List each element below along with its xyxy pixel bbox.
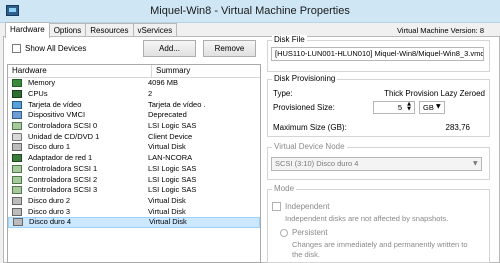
table-row[interactable]: Disco duro 1 Virtual Disk [8,142,260,153]
persistent-description-line-2: the disk. [292,250,320,259]
title-bar: Miquel-Win8 - Virtual Machine Properties [0,0,500,23]
table-row-selected[interactable]: Disco duro 4 Virtual Disk [8,216,260,228]
virtual-device-node-group-label: Virtual Device Node [272,142,347,151]
cd-dvd-icon [12,132,22,141]
persistent-description-line-1: Changes are immediately and permanently … [292,240,468,249]
video-card-icon [12,100,22,109]
provisioned-size-label: Provisioned Size: [273,103,335,112]
hardware-summary: Virtual Disk [148,142,186,152]
show-all-devices-option[interactable]: Show All Devices [12,44,86,53]
tab-strip: Hardware Options Resources vServices [5,22,178,38]
independent-checkbox[interactable] [272,202,281,211]
scsi-controller-icon [12,164,22,173]
show-all-devices-checkbox[interactable] [12,44,21,53]
remove-button[interactable]: Remove [203,40,256,57]
mode-group-label: Mode [272,184,297,193]
virtual-device-node-select[interactable]: SCSI (3:10) Disco duro 4 [271,157,482,171]
hardware-table[interactable]: Hardware Summary Memory 4096 MB CPUs 2 T… [7,64,261,263]
table-row[interactable]: Controladora SCSI 3 LSI Logic SAS [8,185,260,196]
hardware-summary: Client Device [148,131,193,141]
maximum-size-label: Maximum Size (GB): [273,123,347,132]
hardware-name: Disco duro 1 [28,142,71,152]
hardware-summary: 2 [148,89,153,99]
tab-resources[interactable]: Resources [85,23,134,37]
hardware-name: Controladora SCSI 2 [28,174,98,184]
show-all-devices-label: Show All Devices [25,44,87,53]
add-button[interactable]: Add... [143,40,196,57]
hard-disk-icon [12,196,22,205]
hardware-name: Tarjeta de vídeo [28,99,82,109]
hardware-summary: 4096 MB [148,78,179,88]
scsi-controller-icon [12,175,22,184]
hardware-summary: Deprecated [148,110,187,120]
table-row[interactable]: Disco duro 2 Virtual Disk [8,196,260,207]
hardware-summary: Virtual Disk [149,217,187,227]
hardware-name: Unidad de CD/DVD 1 [28,131,100,141]
window-title: Miquel-Win8 - Virtual Machine Properties [150,5,350,17]
hardware-name: Memory [28,78,56,88]
cpu-icon [12,90,22,99]
table-row[interactable]: Disco duro 3 Virtual Disk [8,206,260,217]
persistent-radio[interactable] [280,229,288,237]
table-row[interactable]: Unidad de CD/DVD 1 Client Device [8,131,260,142]
size-unit-select[interactable]: GB [419,101,445,114]
hardware-summary: Tarjeta de vídeo . [148,99,206,109]
independent-label: Independent [285,202,330,211]
disk-file-group-label: Disk File [272,35,307,44]
size-spinner[interactable]: ▲ ▼ [404,102,414,113]
hardware-name: Adaptador de red 1 [28,153,93,163]
table-row[interactable]: Controladora SCSI 0 LSI Logic SAS [8,121,260,132]
type-label: Type: [273,89,293,98]
disk-file-path-field[interactable]: [HUS110-LUN001-HLUN010] Miquel-Win8/Miqu… [271,47,484,61]
hardware-summary: LSI Logic SAS [148,185,197,195]
disk-provisioning-group-label: Disk Provisioning [272,74,338,83]
hardware-name: CPUs [28,89,48,99]
vm-version-label: Virtual Machine Version: 8 [397,26,484,35]
hardware-summary: LSI Logic SAS [148,174,197,184]
type-value: Thick Provision Lazy Zeroed [384,89,485,98]
table-row[interactable]: Controladora SCSI 1 LSI Logic SAS [8,164,260,175]
chevron-down-icon[interactable]: ▼ [473,160,478,167]
persistent-label: Persistent [292,228,328,237]
chevron-down-icon[interactable]: ▼ [436,103,441,110]
spin-down-icon[interactable]: ▼ [404,107,414,112]
tab-vservices[interactable]: vServices [132,23,178,37]
hard-disk-icon [12,143,22,152]
table-row[interactable]: Memory 4096 MB [8,78,260,89]
vmci-device-icon [12,111,22,120]
hardware-name: Controladora SCSI 3 [28,185,98,195]
hardware-summary: LSI Logic SAS [148,121,197,131]
hardware-summary: Virtual Disk [148,195,186,205]
column-header-hardware[interactable]: Hardware [8,65,152,77]
table-row[interactable]: CPUs 2 [8,89,260,100]
table-row[interactable]: Controladora SCSI 2 LSI Logic SAS [8,174,260,185]
hardware-table-header: Hardware Summary [8,65,260,78]
table-row[interactable]: Dispositivo VMCI Deprecated [8,110,260,121]
hardware-summary: LAN-NCORA [148,153,193,163]
network-adapter-icon [12,154,22,163]
hardware-name: Dispositivo VMCI [28,110,86,120]
hard-disk-icon [12,207,22,216]
hardware-name: Disco duro 4 [29,217,72,227]
tab-options[interactable]: Options [48,23,87,37]
hardware-summary: LSI Logic SAS [148,163,197,173]
hardware-name: Disco duro 2 [28,195,71,205]
tab-hardware[interactable]: Hardware [5,22,50,38]
table-row[interactable]: Adaptador de red 1 LAN-NCORA [8,153,260,164]
table-row[interactable]: Tarjeta de vídeo Tarjeta de vídeo . [8,99,260,110]
column-header-summary[interactable]: Summary [152,65,194,77]
maximum-size-value: 283,76 [445,123,470,132]
memory-icon [12,79,22,88]
scsi-controller-icon [12,122,22,131]
hardware-summary: Virtual Disk [148,206,186,216]
independent-description: Independent disks are not affected by sn… [285,214,449,223]
hardware-name: Controladora SCSI 1 [28,163,98,173]
scsi-controller-icon [12,186,22,195]
hard-disk-icon [13,218,23,227]
hardware-name: Controladora SCSI 0 [28,121,98,131]
hardware-name: Disco duro 3 [28,206,71,216]
